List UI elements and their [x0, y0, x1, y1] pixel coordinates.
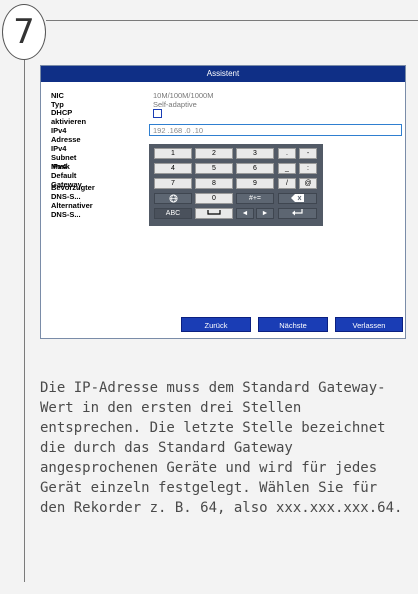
- exit-button[interactable]: Verlassen: [335, 317, 403, 332]
- key-symbols[interactable]: #+=: [236, 193, 274, 204]
- step-number-badge: 7: [2, 4, 46, 60]
- arrow-right-icon[interactable]: ►: [256, 208, 274, 219]
- enter-icon[interactable]: [278, 208, 317, 219]
- key-4[interactable]: 4: [154, 163, 192, 174]
- alternate-dns-label: Alternativer DNS-S...: [51, 201, 93, 219]
- space-key-icon[interactable]: [195, 208, 233, 219]
- page-margin-line: [24, 60, 25, 582]
- key-slash[interactable]: /: [278, 178, 296, 189]
- setup-assistant-dialog: Assistent NIC Typ 10M/100M/1000M Self-ad…: [40, 65, 406, 339]
- key-5[interactable]: 5: [195, 163, 233, 174]
- key-2[interactable]: 2: [195, 148, 233, 159]
- key-9[interactable]: 9: [236, 178, 274, 189]
- dialog-title: Assistent: [41, 66, 405, 82]
- backspace-icon[interactable]: [278, 193, 317, 204]
- key-8[interactable]: 8: [195, 178, 233, 189]
- key-0[interactable]: 0: [195, 193, 233, 204]
- ipv4-address-label: IPv4 Adresse: [51, 126, 81, 144]
- globe-icon[interactable]: [154, 193, 192, 204]
- key-7[interactable]: 7: [154, 178, 192, 189]
- key-dot[interactable]: .: [278, 148, 296, 159]
- key-at[interactable]: @: [299, 178, 317, 189]
- onscreen-keypad: 1 2 3 . - 4 5 6 _ : 7 8 9 / @ 0 #+= ABC …: [149, 144, 323, 226]
- key-3[interactable]: 3: [236, 148, 274, 159]
- instruction-caption: Die IP-Adresse muss dem Standard Gateway…: [40, 380, 403, 516]
- key-6[interactable]: 6: [236, 163, 274, 174]
- dhcp-checkbox[interactable]: [153, 109, 162, 118]
- key-dash[interactable]: -: [299, 148, 317, 159]
- top-rule: [46, 20, 418, 21]
- next-button[interactable]: Nächste: [258, 317, 328, 332]
- preferred-dns-label: Bevorzugter DNS-S...: [51, 183, 95, 201]
- nic-type-label: NIC Typ: [51, 91, 64, 109]
- key-1[interactable]: 1: [154, 148, 192, 159]
- key-colon[interactable]: :: [299, 163, 317, 174]
- key-underscore[interactable]: _: [278, 163, 296, 174]
- back-button[interactable]: Zurück: [181, 317, 251, 332]
- ipv4-address-input[interactable]: 192 .168 .0 .10: [149, 124, 402, 136]
- dhcp-label: DHCP aktivieren: [51, 108, 87, 126]
- nic-type-value: 10M/100M/1000M Self-adaptive: [153, 91, 214, 109]
- arrow-left-icon[interactable]: ◄: [236, 208, 254, 219]
- key-abc[interactable]: ABC: [154, 208, 192, 219]
